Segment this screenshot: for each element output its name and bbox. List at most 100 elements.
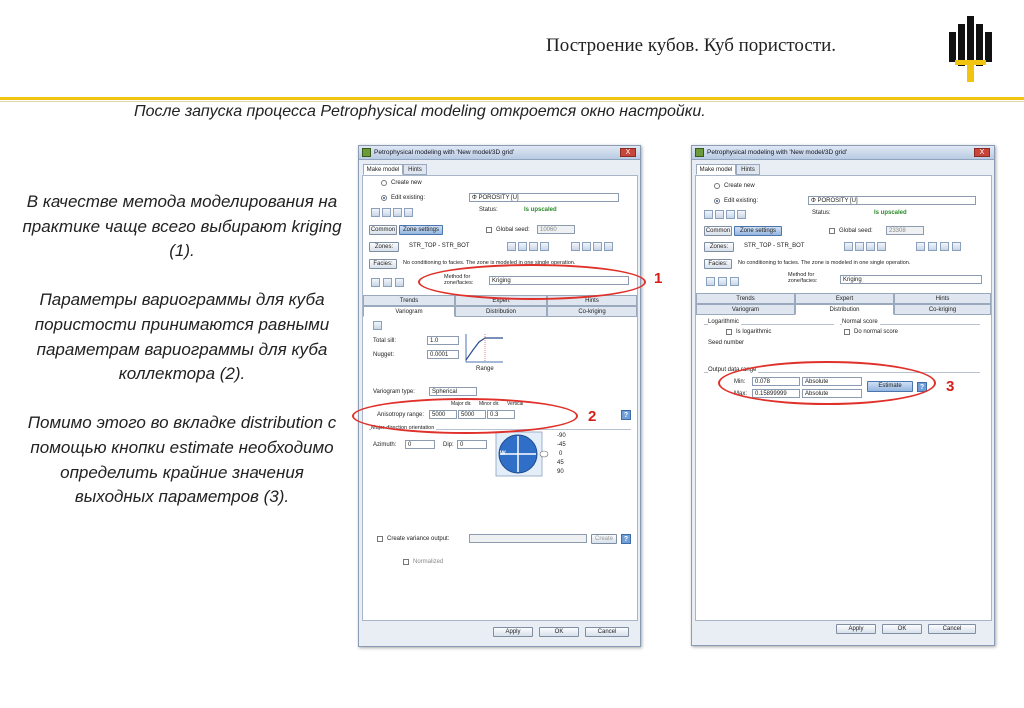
title-bar[interactable]: Petrophysical modeling with 'New model/3…: [692, 146, 994, 160]
close-button[interactable]: X: [620, 148, 636, 157]
page-icon[interactable]: [940, 242, 949, 251]
create-button[interactable]: Create: [591, 534, 617, 544]
method-icon-2[interactable]: [383, 278, 392, 287]
table-icon[interactable]: [404, 208, 413, 217]
tab-hints[interactable]: Hints: [736, 164, 760, 175]
variance-output-checkbox[interactable]: [377, 536, 383, 542]
zones-select[interactable]: STR_TOP - STR_BOT: [742, 242, 834, 251]
histogram-icon[interactable]: [382, 208, 391, 217]
method-label: Method for zone/facies:: [788, 272, 818, 284]
paste-icon[interactable]: [582, 242, 591, 251]
status-label: Status:: [479, 207, 498, 213]
highlight-oval-method: [418, 264, 646, 300]
zone-prev-icon[interactable]: [518, 242, 527, 251]
tab-co-kriging[interactable]: Co-kriging: [547, 306, 637, 317]
tab-distribution[interactable]: Distribution: [795, 304, 894, 315]
title-bar[interactable]: Petrophysical modeling with 'New model/3…: [359, 146, 640, 160]
zone-prev-icon[interactable]: [855, 242, 864, 251]
tab-hints-method[interactable]: Hints: [894, 293, 991, 304]
tab-variogram[interactable]: Variogram: [363, 306, 455, 317]
apply-button[interactable]: Apply: [836, 624, 876, 634]
cancel-button[interactable]: Cancel: [585, 627, 629, 637]
histogram-icon[interactable]: [715, 210, 724, 219]
global-seed-label: Global seed:: [496, 227, 530, 233]
zone-first-icon[interactable]: [507, 242, 516, 251]
facies-button[interactable]: Facies:: [704, 259, 732, 269]
is-logarithmic-checkbox[interactable]: [726, 329, 732, 335]
method-select[interactable]: Kriging: [840, 275, 982, 284]
global-seed-checkbox[interactable]: [486, 227, 492, 233]
seed-number-label: Seed number: [708, 340, 745, 346]
settings-icon[interactable]: [726, 210, 735, 219]
create-new-radio[interactable]: [714, 183, 720, 189]
tab-trends[interactable]: Trends: [696, 293, 795, 304]
property-select[interactable]: Φ POROSITY [U]: [469, 193, 619, 202]
highlight-oval-anisotropy: [352, 398, 578, 434]
zone-next-icon[interactable]: [529, 242, 538, 251]
zone-next-icon[interactable]: [866, 242, 875, 251]
copy-icon[interactable]: [916, 242, 925, 251]
edit-existing-label: Edit existing:: [391, 195, 426, 201]
create-new-radio[interactable]: [381, 180, 387, 186]
tab-expert[interactable]: Expert: [795, 293, 894, 304]
method-icon-2[interactable]: [718, 277, 727, 286]
zone-last-icon[interactable]: [540, 242, 549, 251]
paste-icon[interactable]: [928, 242, 937, 251]
tab-co-kriging[interactable]: Co-kriging: [894, 304, 991, 315]
property-select[interactable]: Φ POROSITY [U]: [808, 196, 976, 205]
variance-output-select[interactable]: [469, 534, 587, 543]
common-button[interactable]: Common: [369, 225, 397, 235]
tab-variogram[interactable]: Variogram: [696, 304, 795, 315]
table-icon[interactable]: [737, 210, 746, 219]
dip-input[interactable]: 0: [457, 440, 487, 449]
app-icon: [362, 148, 371, 157]
variogram-icon[interactable]: [373, 321, 382, 330]
variogram-type-select[interactable]: Spherical: [429, 387, 477, 396]
apply-button[interactable]: Apply: [493, 627, 533, 637]
close-button[interactable]: X: [974, 148, 990, 157]
method-icon-1[interactable]: [706, 277, 715, 286]
nugget-input[interactable]: 0.0001: [427, 350, 459, 359]
tab-make-model[interactable]: Make model: [363, 164, 403, 175]
zones-button[interactable]: Zones:: [369, 242, 399, 252]
slide-title: Построение кубов. Куб пористости.: [546, 35, 837, 56]
total-sill-input[interactable]: 1.0: [427, 336, 459, 345]
common-button[interactable]: Common: [704, 226, 732, 236]
zone-last-icon[interactable]: [877, 242, 886, 251]
method-icon-3[interactable]: [395, 278, 404, 287]
normalized-checkbox[interactable]: [403, 559, 409, 565]
tab-trends[interactable]: Trends: [363, 295, 455, 306]
azimuth-input[interactable]: 0: [405, 440, 435, 449]
ok-button[interactable]: OK: [539, 627, 579, 637]
page-copy-icon[interactable]: [604, 242, 613, 251]
azimuth-label: Azimuth:: [373, 442, 397, 448]
page-copy-icon[interactable]: [952, 242, 961, 251]
global-seed-input[interactable]: 23308: [886, 226, 924, 235]
chart-icon[interactable]: [371, 208, 380, 217]
zones-button[interactable]: Zones:: [704, 242, 734, 252]
zone-first-icon[interactable]: [844, 242, 853, 251]
anisotropy-help-icon[interactable]: ?: [621, 410, 631, 420]
method-icon-1[interactable]: [371, 278, 380, 287]
global-seed-checkbox[interactable]: [829, 228, 835, 234]
do-normal-score-checkbox[interactable]: [844, 329, 850, 335]
method-icon-3[interactable]: [730, 277, 739, 286]
cancel-button[interactable]: Cancel: [928, 624, 976, 634]
copy-icon[interactable]: [571, 242, 580, 251]
global-seed-input[interactable]: 10060: [537, 225, 575, 234]
facies-button[interactable]: Facies:: [369, 259, 397, 269]
zone-settings-button[interactable]: Zone settings: [734, 226, 782, 236]
edit-existing-radio[interactable]: [381, 195, 387, 201]
zone-settings-button[interactable]: Zone settings: [399, 225, 443, 235]
edit-existing-radio[interactable]: [714, 198, 720, 204]
zones-select[interactable]: STR_TOP - STR_BOT: [407, 242, 497, 251]
tab-distribution[interactable]: Distribution: [455, 306, 547, 317]
page-icon[interactable]: [593, 242, 602, 251]
variance-help-icon[interactable]: ?: [621, 534, 631, 544]
ok-button[interactable]: OK: [882, 624, 922, 634]
chart-icon[interactable]: [704, 210, 713, 219]
global-seed-label: Global seed:: [839, 228, 873, 234]
tab-make-model[interactable]: Make model: [696, 164, 736, 175]
tab-hints[interactable]: Hints: [403, 164, 427, 175]
settings-icon[interactable]: [393, 208, 402, 217]
